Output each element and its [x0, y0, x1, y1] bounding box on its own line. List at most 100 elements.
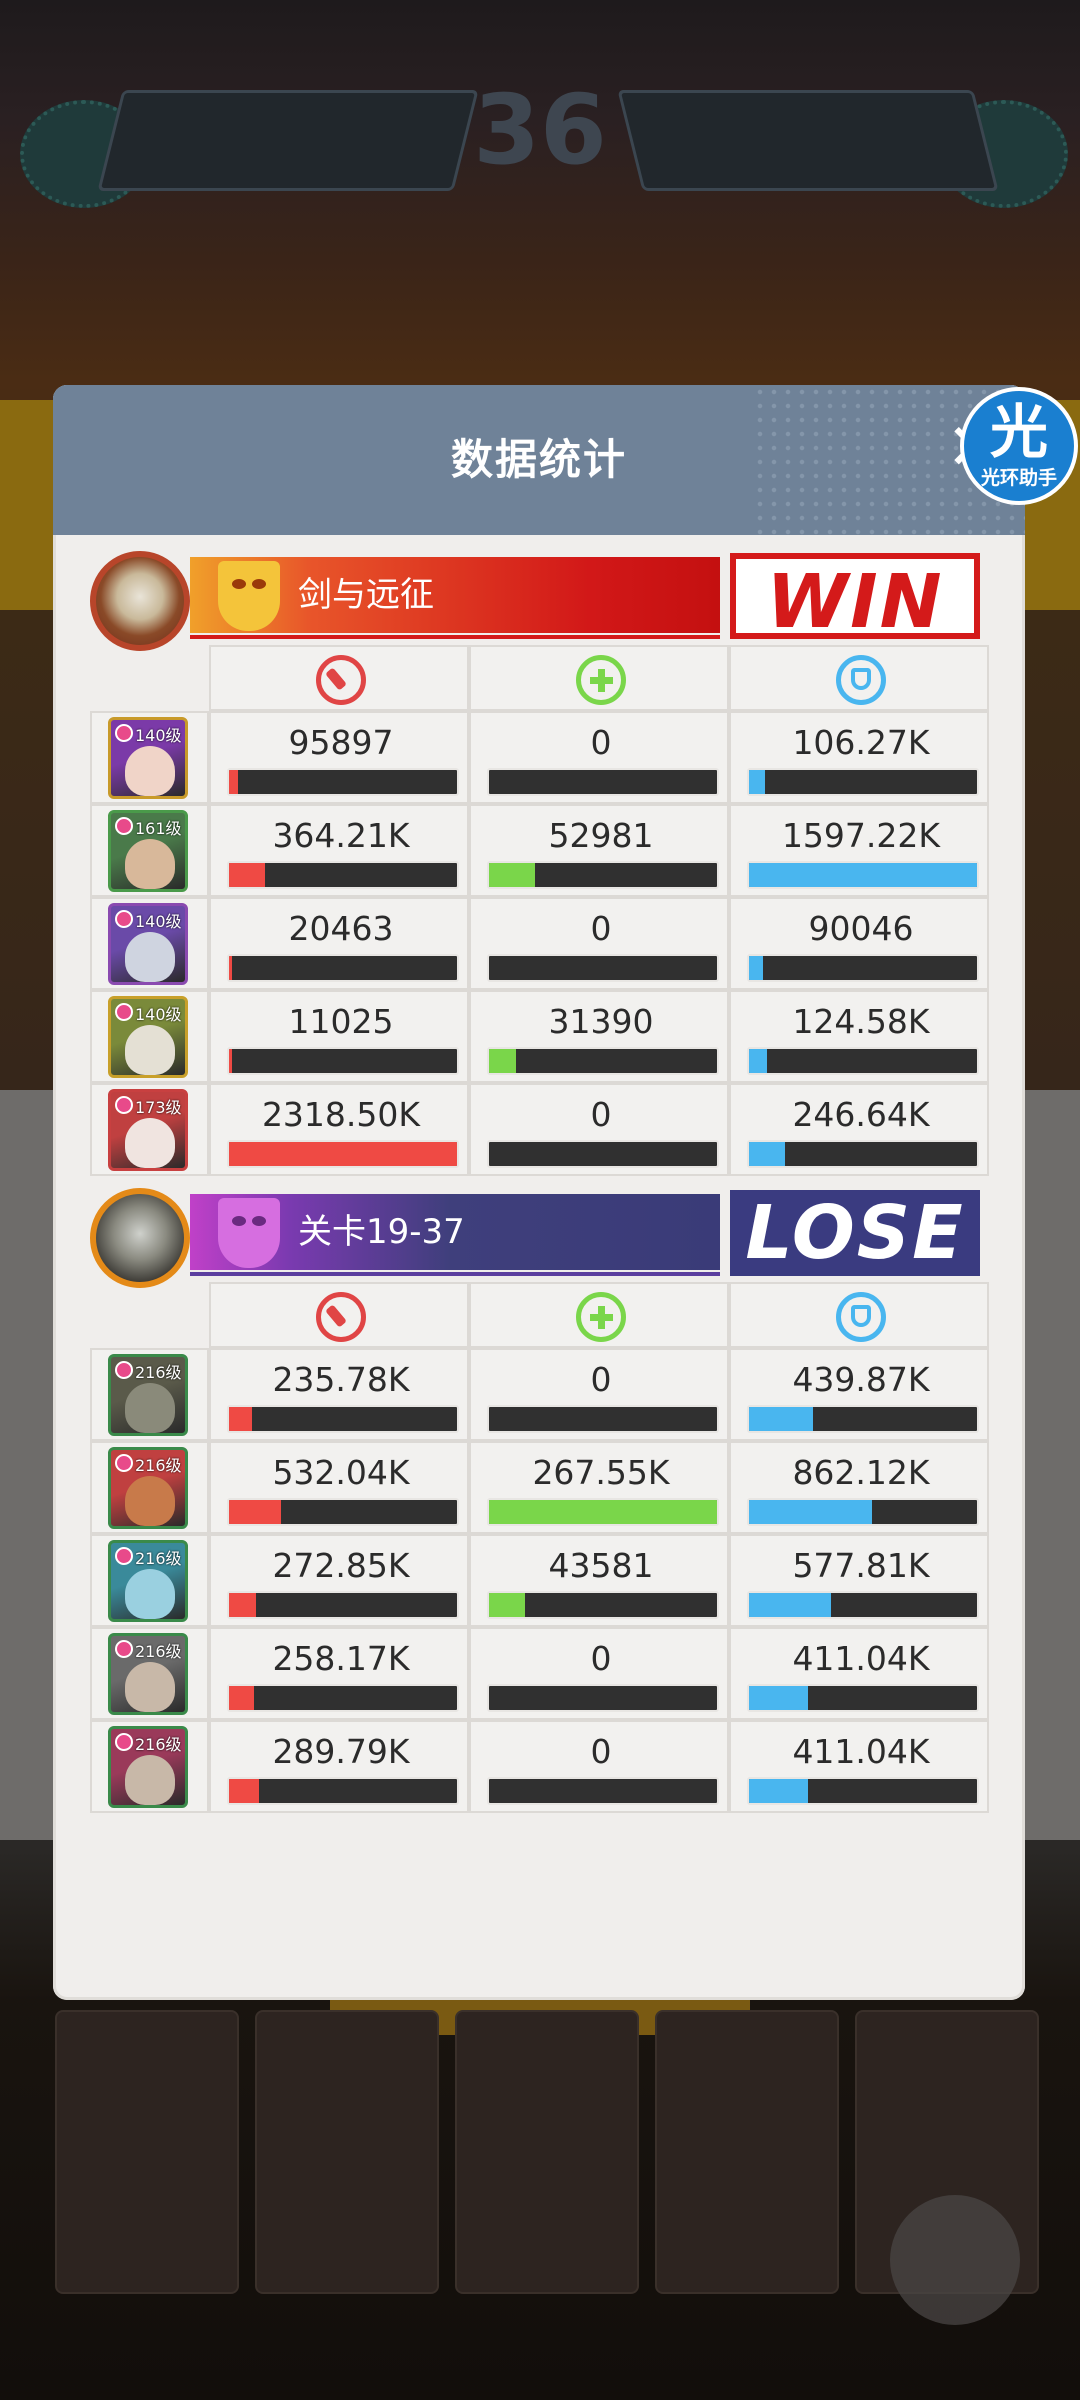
hero-level: 216级 [135, 1549, 182, 1568]
hero-gem-icon [115, 910, 133, 928]
shield-value: 577.81K [792, 1546, 930, 1585]
hero-cell: 216级 [90, 1348, 209, 1441]
shield-value: 411.04K [792, 1639, 930, 1678]
shield-icon [836, 655, 886, 705]
damage-cell: 364.21K [209, 804, 469, 897]
heal-cell: 0 [469, 711, 729, 804]
hero-level: 216级 [135, 1363, 182, 1382]
heal-value: 0 [590, 1732, 612, 1771]
heal-cell: 0 [469, 1720, 729, 1813]
hero-portrait[interactable]: 161级 [108, 810, 188, 892]
damage-bar-fill [229, 770, 239, 794]
shield-value: 1597.22K [781, 816, 941, 855]
stats-dialog: 数据统计 ✕ 剑与远征WIN140级958970106.27K161级364.2… [53, 385, 1025, 2000]
damage-value: 272.85K [272, 1546, 410, 1585]
team-banner: 关卡19-37 LOSE [90, 1188, 990, 1288]
shield-cell: 411.04K [729, 1627, 989, 1720]
shield-bar [747, 861, 979, 889]
damage-cell: 258.17K [209, 1627, 469, 1720]
shield-bar [747, 1777, 979, 1805]
hero-face [125, 1118, 175, 1168]
bg-hero-card [655, 2010, 839, 2294]
damage-cell: 20463 [209, 897, 469, 990]
heal-value: 31390 [548, 1002, 654, 1041]
heal-bar [487, 1684, 719, 1712]
hero-level: 216级 [135, 1456, 182, 1475]
heal-cell: 31390 [469, 990, 729, 1083]
shield-bar [747, 954, 979, 982]
shield-value: 90046 [808, 909, 914, 948]
hero-face [125, 1662, 175, 1712]
heal-bar [487, 1047, 719, 1075]
heal-bar [487, 1591, 719, 1619]
shield-bar-fill [749, 1142, 786, 1166]
bg-decoration [1020, 1090, 1080, 1840]
shield-bar-fill [749, 1779, 809, 1803]
hero-gem-icon [115, 1361, 133, 1379]
team-name: 关卡19-37 [298, 1212, 465, 1252]
hero-portrait[interactable]: 216级 [108, 1354, 188, 1436]
heal-cell: 0 [469, 1627, 729, 1720]
damage-bar-fill [229, 1407, 252, 1431]
shield-cell: 577.81K [729, 1534, 989, 1627]
damage-bar-fill [229, 1779, 259, 1803]
shield-bar-fill [749, 1407, 813, 1431]
heal-bar-fill [489, 1500, 717, 1524]
heal-cell: 43581 [469, 1534, 729, 1627]
column-header [729, 1282, 989, 1348]
damage-bar-fill [229, 1142, 457, 1166]
hero-portrait[interactable]: 140级 [108, 996, 188, 1078]
damage-bar [227, 1405, 459, 1433]
heal-bar-fill [489, 1593, 526, 1617]
damage-bar [227, 1591, 459, 1619]
heal-cell: 0 [469, 1348, 729, 1441]
damage-value: 95897 [288, 723, 394, 762]
hero-level: 216级 [135, 1642, 182, 1661]
hero-face [125, 1025, 175, 1075]
damage-cell: 289.79K [209, 1720, 469, 1813]
heal-value: 43581 [548, 1546, 654, 1585]
damage-value: 11025 [288, 1002, 394, 1041]
hero-level: 173级 [135, 1098, 182, 1117]
team-avatar [90, 1188, 190, 1288]
hero-portrait[interactable]: 173级 [108, 1089, 188, 1171]
damage-value: 364.21K [272, 816, 410, 855]
damage-bar-fill [229, 863, 266, 887]
hero-gem-icon [115, 1640, 133, 1658]
hero-portrait[interactable]: 216级 [108, 1726, 188, 1808]
damage-bar-fill [229, 1593, 257, 1617]
damage-bar [227, 1777, 459, 1805]
hero-portrait[interactable]: 216级 [108, 1540, 188, 1622]
shield-bar [747, 1405, 979, 1433]
sword-icon [316, 655, 366, 705]
column-header [209, 1282, 469, 1348]
hero-portrait[interactable]: 140级 [108, 717, 188, 799]
hero-level: 140级 [135, 1005, 182, 1024]
column-header [729, 645, 989, 711]
bg-hero-card [455, 2010, 639, 2294]
emblem-eye [232, 579, 246, 589]
shield-cell: 862.12K [729, 1441, 989, 1534]
damage-bar [227, 1047, 459, 1075]
shield-bar-fill [749, 1049, 768, 1073]
hero-cell: 216级 [90, 1720, 209, 1813]
hero-portrait[interactable]: 216级 [108, 1633, 188, 1715]
damage-bar [227, 861, 459, 889]
damage-value: 2318.50K [261, 1095, 421, 1134]
damage-bar [227, 1140, 459, 1168]
hero-cell: 216级 [90, 1627, 209, 1720]
heal-bar [487, 954, 719, 982]
hero-level: 216级 [135, 1735, 182, 1754]
hero-gem-icon [115, 1733, 133, 1751]
sword-icon [316, 1292, 366, 1342]
heal-bar [487, 1140, 719, 1168]
heal-bar [487, 1405, 719, 1433]
helper-badge[interactable]: 光 光环助手 [960, 387, 1078, 505]
hero-portrait[interactable]: 216级 [108, 1447, 188, 1529]
team-name: 剑与远征 [298, 575, 434, 615]
helper-glyph: 光 [989, 398, 1048, 466]
hero-portrait[interactable]: 140级 [108, 903, 188, 985]
hero-gem-icon [115, 724, 133, 742]
hero-cell: 216级 [90, 1534, 209, 1627]
bg-hero-card [55, 2010, 239, 2294]
